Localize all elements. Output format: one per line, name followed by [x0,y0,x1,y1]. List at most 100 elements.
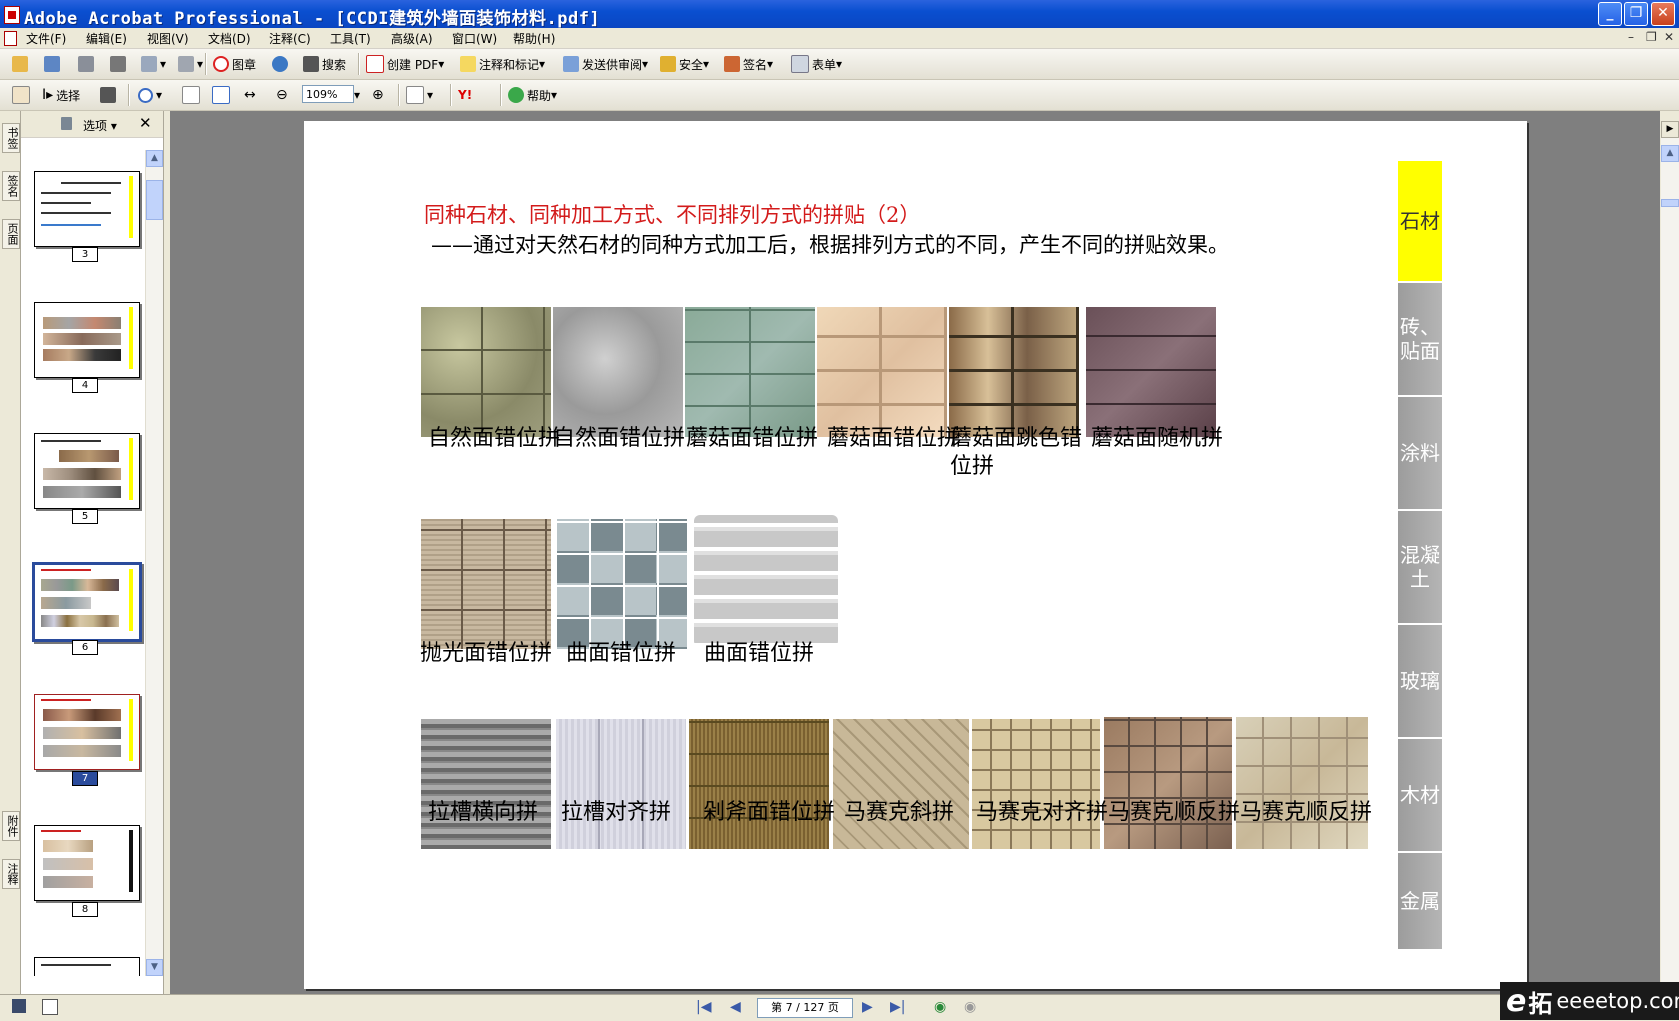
stone-sample-natural-staggered-1 [421,307,551,437]
single-page-icon[interactable] [42,999,58,1015]
yahoo-toolbar-icon[interactable]: Y! [458,84,472,106]
menu-file[interactable]: 文件(F) [26,30,66,47]
security-tool[interactable]: 安全 ▾ [660,53,709,75]
scroll-up-icon[interactable]: ▲ [1661,145,1679,162]
window-title: Adobe Acrobat Professional - [CCDI建筑外墙面装… [24,9,601,29]
email-icon[interactable]: ▾ [141,53,166,75]
thumbnail-page-4[interactable] [34,302,140,378]
menu-advanced[interactable]: 高级(A) [391,30,433,47]
snapshot-icon[interactable] [100,84,119,106]
close-button[interactable]: ✕ [1651,2,1675,26]
fit-width-icon[interactable]: ↔ [244,84,256,106]
tab-attachments[interactable]: 附件 [2,811,20,841]
doc-minimize-icon[interactable]: – [1628,30,1634,44]
scroll-down-icon[interactable]: ▼ [146,959,163,976]
stone-sample-mushroom-staggered-2 [817,307,947,437]
last-page-icon[interactable]: ▶| [890,999,905,1015]
menu-edit[interactable]: 编辑(E) [86,30,127,47]
zoom-dropdown-icon[interactable]: ▾ [354,84,360,106]
caption: 马赛克顺反拼 [1108,800,1241,825]
caption: 自然面错位拼 [428,426,561,451]
select-tool[interactable]: I▸ 选择 [42,84,80,106]
binoculars-icon [303,56,319,72]
panel-close-icon[interactable]: ✕ [139,114,152,132]
menu-comments[interactable]: 注释(C) [269,30,311,47]
menu-document[interactable]: 文档(D) [208,30,251,47]
next-view-icon[interactable]: ◉ [964,999,976,1015]
document-scrollbar[interactable]: ▶ ▲ [1661,121,1679,994]
menu-view[interactable]: 视图(V) [147,30,189,47]
panel-expand-icon[interactable]: ▶ [1661,121,1679,138]
doc-close-icon[interactable]: ✕ [1664,30,1674,44]
thumbnail-page-3[interactable] [34,171,140,247]
caption: 蘑菇面跳色错位拼 [950,426,1083,479]
sign-tool[interactable]: 签名 ▾ [724,53,773,75]
open-icon[interactable] [12,53,31,75]
thumbnail-page-8[interactable] [34,825,140,901]
previous-view-icon[interactable]: ◉ [934,999,946,1015]
actual-size-icon[interactable] [182,84,203,106]
tab-signatures[interactable]: 签名 [2,171,20,201]
doc-restore-icon[interactable]: ❐ [1646,30,1657,44]
zoom-out-icon[interactable]: ⊖ [276,84,288,106]
category-metal[interactable]: 金属 [1398,853,1442,949]
trash-icon[interactable] [61,117,72,130]
caption: 马赛克顺反拼 [1240,800,1373,825]
menu-window[interactable]: 窗口(W) [452,30,497,47]
thumbnail-page-6[interactable] [32,562,142,642]
forms-tool[interactable]: 表单 ▾ [791,53,842,75]
options-menu[interactable]: 选项 ▾ [83,117,117,134]
help-tool[interactable]: 帮助 ▾ [508,84,557,106]
category-brick-tile[interactable]: 砖、贴面 [1398,283,1442,397]
attach-icon[interactable]: ▾ [178,53,203,75]
thumbnail-page-7[interactable] [34,694,140,770]
menu-tools[interactable]: 工具(T) [330,30,371,47]
document-icon[interactable] [4,31,17,46]
page-layout-icon[interactable] [12,999,26,1013]
category-paint[interactable]: 涂料 [1398,397,1442,511]
minimize-button[interactable]: _ [1598,2,1622,26]
menu-bar: 文件(F) 编辑(E) 视图(V) 文档(D) 注释(C) 工具(T) 高级(A… [0,28,1679,49]
zoom-in-plus-icon[interactable]: ⊕ [372,84,384,106]
scroll-up-icon[interactable]: ▲ [146,150,163,167]
thumbnail-scrollbar[interactable]: ▲ ▼ [145,150,163,976]
comment-markup-tool[interactable]: 注释和标记 ▾ [460,53,545,75]
caption: 蘑菇面随机拼 [1091,426,1224,451]
category-stone[interactable]: 石材 [1398,161,1442,283]
tab-bookmarks[interactable]: 书签 [2,123,20,153]
restore-button[interactable]: ❐ [1624,2,1648,26]
category-wood[interactable]: 木材 [1398,739,1442,853]
zoom-in-icon[interactable]: ▾ [138,84,162,106]
rotate-view-icon[interactable]: ▾ [406,84,433,106]
scroll-thumb[interactable] [1661,199,1679,207]
thumbnail-page-9[interactable] [34,957,140,976]
hand-tool[interactable] [12,84,33,106]
next-page-icon[interactable]: ▶ [862,999,873,1015]
scroll-thumb[interactable] [146,180,163,220]
fit-page-icon[interactable] [212,84,233,106]
thumbnail-label: 6 [72,640,98,655]
search-tool[interactable]: 搜索 [303,53,346,75]
previous-page-icon[interactable]: ◀ [730,999,741,1015]
web-icon[interactable] [272,53,291,75]
save-icon[interactable] [78,53,97,75]
category-concrete[interactable]: 混凝土 [1398,511,1442,625]
tab-comments[interactable]: 注释 [2,859,20,889]
stamp-tool[interactable]: 图章 [213,53,256,75]
page-number-input[interactable]: 第 7 / 127 页 [757,998,853,1018]
zoom-input[interactable]: 109% [302,85,354,103]
navigation-tabs: 书签 签名 页面 附件 注释 [0,111,21,994]
print-icon[interactable] [110,53,129,75]
create-pdf-tool[interactable]: 创建 PDF ▾ [366,53,444,75]
thumbnail-page-5[interactable] [34,433,140,509]
menu-help[interactable]: 帮助(H) [513,30,555,47]
navigation-toolbar: I▸ 选择 ▾ ↔ ⊖ 109% ▾ ⊕ ▾ Y! 帮助 ▾ [0,80,1679,111]
category-glass[interactable]: 玻璃 [1398,625,1442,739]
send-review-tool[interactable]: 发送供审阅 ▾ [563,53,648,75]
organizer-icon[interactable] [44,53,63,75]
caption: 马赛克对齐拼 [976,800,1109,825]
category-nav: 石材 砖、贴面 涂料 混凝土 玻璃 木材 金属 [1398,161,1442,949]
stone-sample-curved-staggered-1 [557,519,687,649]
tab-pages[interactable]: 页面 [2,219,20,249]
first-page-icon[interactable]: |◀ [696,999,711,1015]
